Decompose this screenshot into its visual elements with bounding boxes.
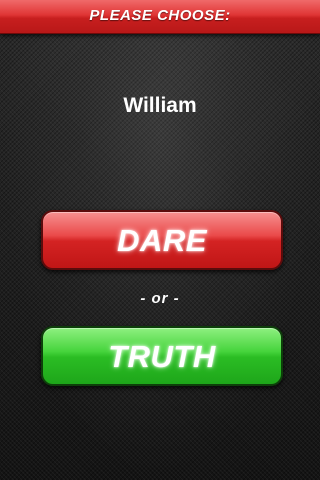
top-banner: PLEASE CHOOSE:	[0, 0, 320, 34]
or-separator: - or -	[140, 290, 180, 307]
truth-button[interactable]: TRUTH	[41, 326, 283, 386]
dare-button-label: DARE	[117, 223, 207, 258]
truth-button-label: TRUTH	[108, 339, 216, 374]
player-name: William	[123, 94, 197, 117]
page-title: PLEASE CHOOSE:	[89, 7, 231, 24]
dare-button[interactable]: DARE	[41, 210, 283, 270]
